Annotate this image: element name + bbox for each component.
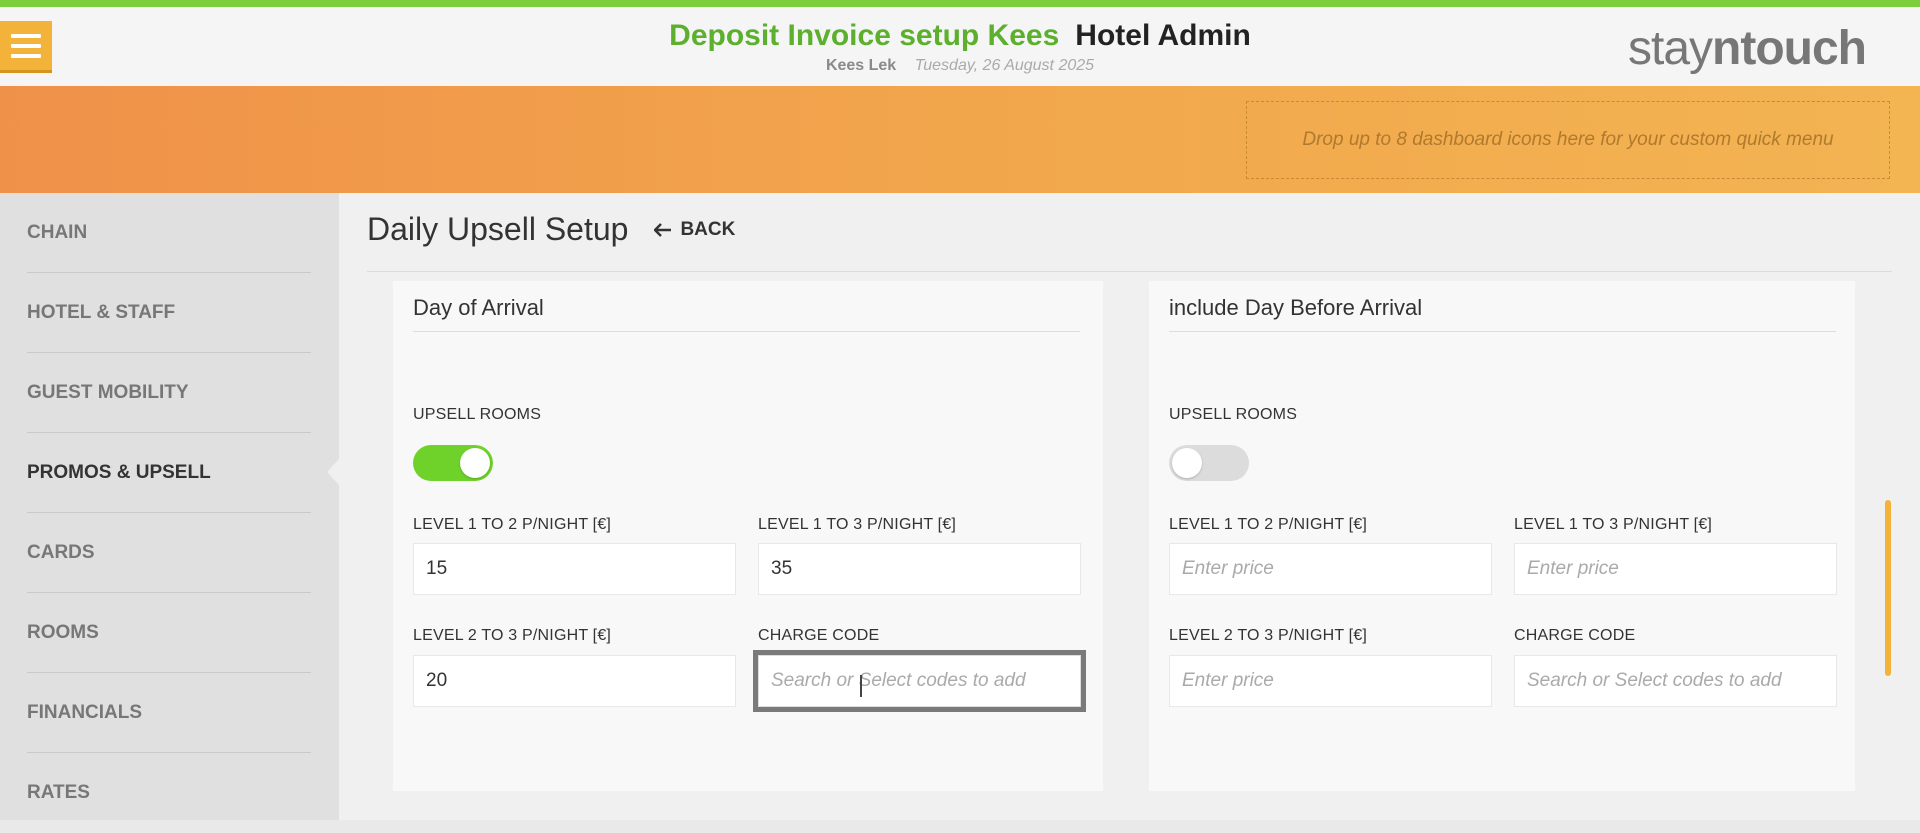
stayntouch-logo: stayntouch [1628, 21, 1867, 76]
level-2-to-3-input[interactable]: 20 [413, 655, 736, 707]
level-2-to-3-label: LEVEL 2 TO 3 P/NIGHT [€] [413, 627, 612, 644]
sidebar-item-label: RATES [27, 782, 90, 803]
logo-text-touch: touch [1740, 22, 1867, 75]
sidebar-item-rooms[interactable]: ROOMS [27, 593, 311, 673]
upsell-rooms-label: UPSELL ROOMS [1169, 406, 1298, 423]
sidebar-item-label: HOTEL & STAFF [27, 301, 176, 323]
main-content: Daily Upsell Setup BACK Day of Arrival U… [339, 193, 1920, 820]
charge-code-input[interactable]: Search or Select codes to add [1514, 655, 1837, 707]
sidebar-item-guest-mobility[interactable]: GUEST MOBILITY [27, 353, 311, 433]
business-date: Tuesday, 26 August 2025 [914, 57, 1095, 74]
top-accent-strip [0, 0, 1920, 7]
toggle-knob [1172, 448, 1202, 478]
active-item-indicator [327, 458, 340, 486]
level-1-to-2-input[interactable]: Enter price [1169, 543, 1492, 595]
toggle-knob [460, 448, 490, 478]
sidebar: CHAIN HOTEL & STAFF GUEST MOBILITY PROMO… [0, 193, 339, 820]
level-1-to-3-label: LEVEL 1 TO 3 P/NIGHT [€] [1514, 516, 1713, 533]
arrow-left-icon [654, 222, 672, 237]
sidebar-item-rates[interactable]: RATES [27, 753, 311, 833]
header-divider [367, 271, 1892, 272]
upsell-rooms-label: UPSELL ROOMS [413, 406, 542, 423]
charge-code-input[interactable]: Search or Select codes to add [753, 650, 1086, 712]
text-cursor-icon [860, 675, 862, 697]
level-1-to-3-input[interactable]: Enter price [1514, 543, 1837, 595]
logo-text-n: n [1712, 22, 1741, 75]
sidebar-item-label: GUEST MOBILITY [27, 381, 189, 403]
logo-text-stay: stay [1628, 22, 1713, 75]
page-header: Daily Upsell Setup BACK [367, 211, 735, 248]
back-label: BACK [680, 218, 736, 240]
app-header: Deposit Invoice setup Kees Hotel Admin Ke… [0, 7, 1920, 86]
sidebar-item-financials[interactable]: FINANCIALS [27, 673, 311, 753]
day-before-arrival-panel: include Day Before Arrival UPSELL ROOMS … [1149, 281, 1855, 791]
level-2-to-3-label: LEVEL 2 TO 3 P/NIGHT [€] [1169, 627, 1368, 644]
sidebar-item-chain[interactable]: CHAIN [27, 193, 311, 273]
charge-code-label: CHARGE CODE [758, 627, 880, 644]
dropzone-text: Drop up to 8 dashboard icons here for yo… [1302, 129, 1834, 150]
sidebar-item-cards[interactable]: CARDS [27, 513, 311, 593]
charge-code-label: CHARGE CODE [1514, 627, 1636, 644]
level-1-to-3-label: LEVEL 1 TO 3 P/NIGHT [€] [758, 516, 957, 533]
level-1-to-2-label: LEVEL 1 TO 2 P/NIGHT [€] [1169, 516, 1368, 533]
back-button[interactable]: BACK [654, 219, 735, 241]
sidebar-item-label: PROMOS & UPSELL [27, 461, 211, 483]
quick-menu-dropzone[interactable]: Drop up to 8 dashboard icons here for yo… [1246, 101, 1890, 179]
sidebar-item-hotel-staff[interactable]: HOTEL & STAFF [27, 273, 311, 353]
sidebar-item-promos-upsell[interactable]: PROMOS & UPSELL [27, 433, 311, 513]
section-title: include Day Before Arrival [1169, 295, 1836, 332]
sidebar-item-label: CARDS [27, 541, 95, 563]
hotel-name: Deposit Invoice setup Kees [669, 19, 1060, 52]
level-1-to-2-label: LEVEL 1 TO 2 P/NIGHT [€] [413, 516, 612, 533]
level-1-to-3-input[interactable]: 35 [758, 543, 1081, 595]
sidebar-item-label: CHAIN [27, 221, 88, 243]
upsell-rooms-toggle[interactable] [1169, 445, 1249, 481]
vertical-scrollbar[interactable] [1885, 500, 1891, 676]
app-section-title: Hotel Admin [1075, 19, 1251, 52]
level-1-to-2-input[interactable]: 15 [413, 543, 736, 595]
day-of-arrival-panel: Day of Arrival UPSELL ROOMS LEVEL 1 TO 2… [393, 281, 1103, 791]
sidebar-item-label: FINANCIALS [27, 701, 143, 723]
level-2-to-3-input[interactable]: Enter price [1169, 655, 1492, 707]
page-title: Daily Upsell Setup [367, 211, 629, 247]
sidebar-item-label: ROOMS [27, 621, 99, 643]
upsell-rooms-toggle[interactable] [413, 445, 493, 481]
section-title: Day of Arrival [413, 295, 1080, 332]
user-name: Kees Lek [825, 57, 897, 74]
